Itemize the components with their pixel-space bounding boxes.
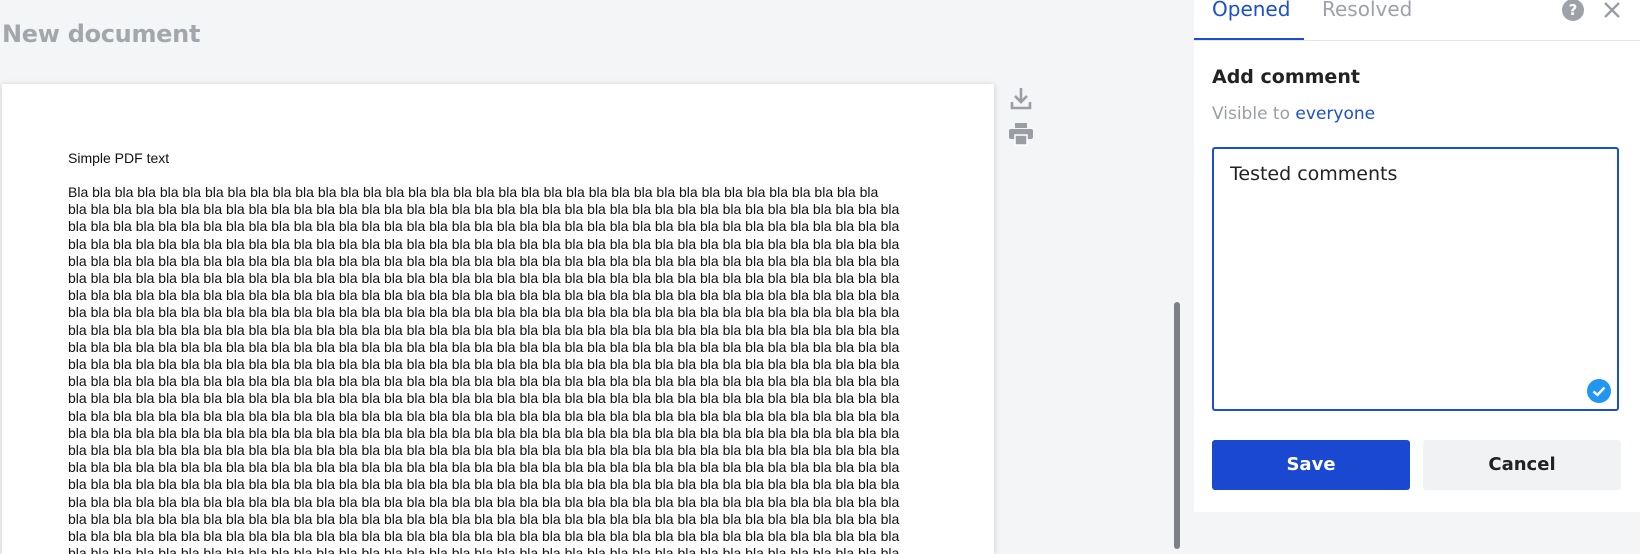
tab-opened[interactable]: Opened	[1212, 0, 1290, 21]
pdf-page: Simple PDF text Bla bla bla bla bla bla …	[2, 84, 994, 554]
visibility-line: Visible to everyone	[1212, 104, 1375, 124]
download-icon[interactable]	[1009, 86, 1033, 112]
cancel-button[interactable]: Cancel	[1423, 440, 1621, 490]
help-icon[interactable]: ?	[1562, 0, 1584, 21]
check-icon	[1587, 379, 1611, 403]
visibility-prefix: Visible to	[1212, 104, 1291, 124]
pdf-heading: Simple PDF text	[68, 150, 170, 166]
visibility-everyone-link[interactable]: everyone	[1295, 104, 1375, 124]
tab-resolved[interactable]: Resolved	[1322, 0, 1412, 21]
save-button[interactable]: Save	[1212, 440, 1410, 490]
pdf-body-text: Bla bla bla bla bla bla bla bla bla bla …	[68, 184, 900, 554]
close-icon[interactable]	[1602, 0, 1622, 25]
active-tab-indicator	[1194, 38, 1304, 40]
comments-panel: Opened Resolved ? Add comment Visible to…	[1194, 0, 1640, 512]
document-title: New document	[2, 20, 201, 48]
print-icon[interactable]	[1008, 122, 1034, 146]
comment-text: Tested comments	[1230, 163, 1398, 185]
comment-textarea[interactable]: Tested comments	[1212, 147, 1619, 411]
page-scrollbar[interactable]	[1174, 302, 1180, 549]
comment-tabs: Opened Resolved ?	[1194, 0, 1640, 41]
add-comment-title: Add comment	[1212, 66, 1360, 88]
